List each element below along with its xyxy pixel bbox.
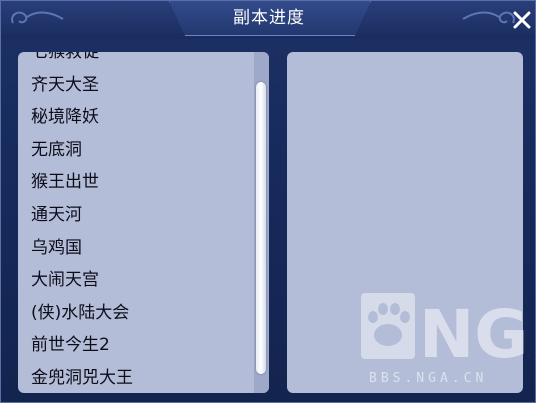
swirl-ornament-icon — [11, 11, 64, 24]
close-icon[interactable] — [511, 9, 533, 31]
list-item[interactable]: 大闹天宫 — [18, 264, 254, 297]
list-item[interactable]: (侠)水陆大会 — [18, 297, 254, 330]
list-item[interactable]: 无底洞 — [18, 134, 254, 167]
window-title: 副本进度 — [233, 8, 305, 28]
list-item[interactable]: 前世今生2 — [18, 329, 254, 362]
list-item[interactable]: 通天河 — [18, 199, 254, 232]
title-bar: 副本进度 — [1, 1, 535, 39]
scrollbar-thumb[interactable] — [256, 82, 266, 374]
dungeon-progress-window: 副本进度 七猴救徒 齐天大圣 秘境降妖 无底洞 猴王出世 通天河 乌鸡国 大闹天… — [0, 0, 536, 403]
list-item[interactable]: 齐天大圣 — [18, 69, 254, 102]
list-item[interactable]: 乌鸡国 — [18, 232, 254, 265]
list-item[interactable]: 猴王出世 — [18, 166, 254, 199]
list-item[interactable]: 金兜洞兕大王 — [18, 362, 254, 393]
dungeon-list-panel: 七猴救徒 齐天大圣 秘境降妖 无底洞 猴王出世 通天河 乌鸡国 大闹天宫 (侠)… — [18, 52, 269, 393]
dungeon-list: 七猴救徒 齐天大圣 秘境降妖 无底洞 猴王出世 通天河 乌鸡国 大闹天宫 (侠)… — [18, 52, 254, 393]
watermark-url: BBS.NGA.CN — [369, 371, 488, 386]
list-item[interactable]: 七猴救徒 — [18, 52, 254, 69]
list-item[interactable]: 秘境降妖 — [18, 101, 254, 134]
list-scrollbar[interactable] — [254, 52, 269, 393]
dungeon-detail-panel — [287, 52, 523, 393]
